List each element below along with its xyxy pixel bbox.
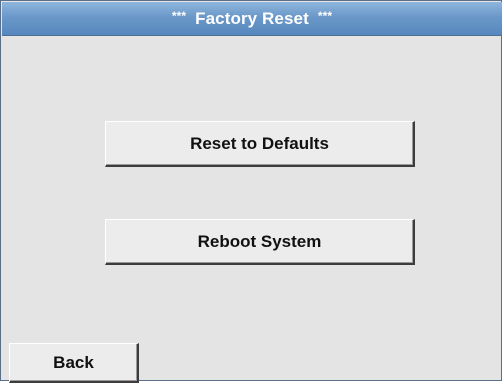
factory-reset-screen: *** Factory Reset *** Reset to Defaults … [0, 0, 502, 381]
reset-to-defaults-label: Reset to Defaults [190, 133, 329, 153]
title-bar: *** Factory Reset *** [2, 2, 502, 36]
title-decoration-left: *** [171, 8, 187, 23]
reset-to-defaults-button[interactable]: Reset to Defaults [105, 121, 415, 167]
back-label: Back [53, 352, 94, 372]
page-title: Factory Reset [195, 8, 309, 28]
reboot-system-label: Reboot System [197, 231, 322, 251]
back-button[interactable]: Back [9, 343, 139, 383]
reboot-system-button[interactable]: Reboot System [105, 219, 415, 265]
title-decoration-right: *** [317, 8, 333, 23]
